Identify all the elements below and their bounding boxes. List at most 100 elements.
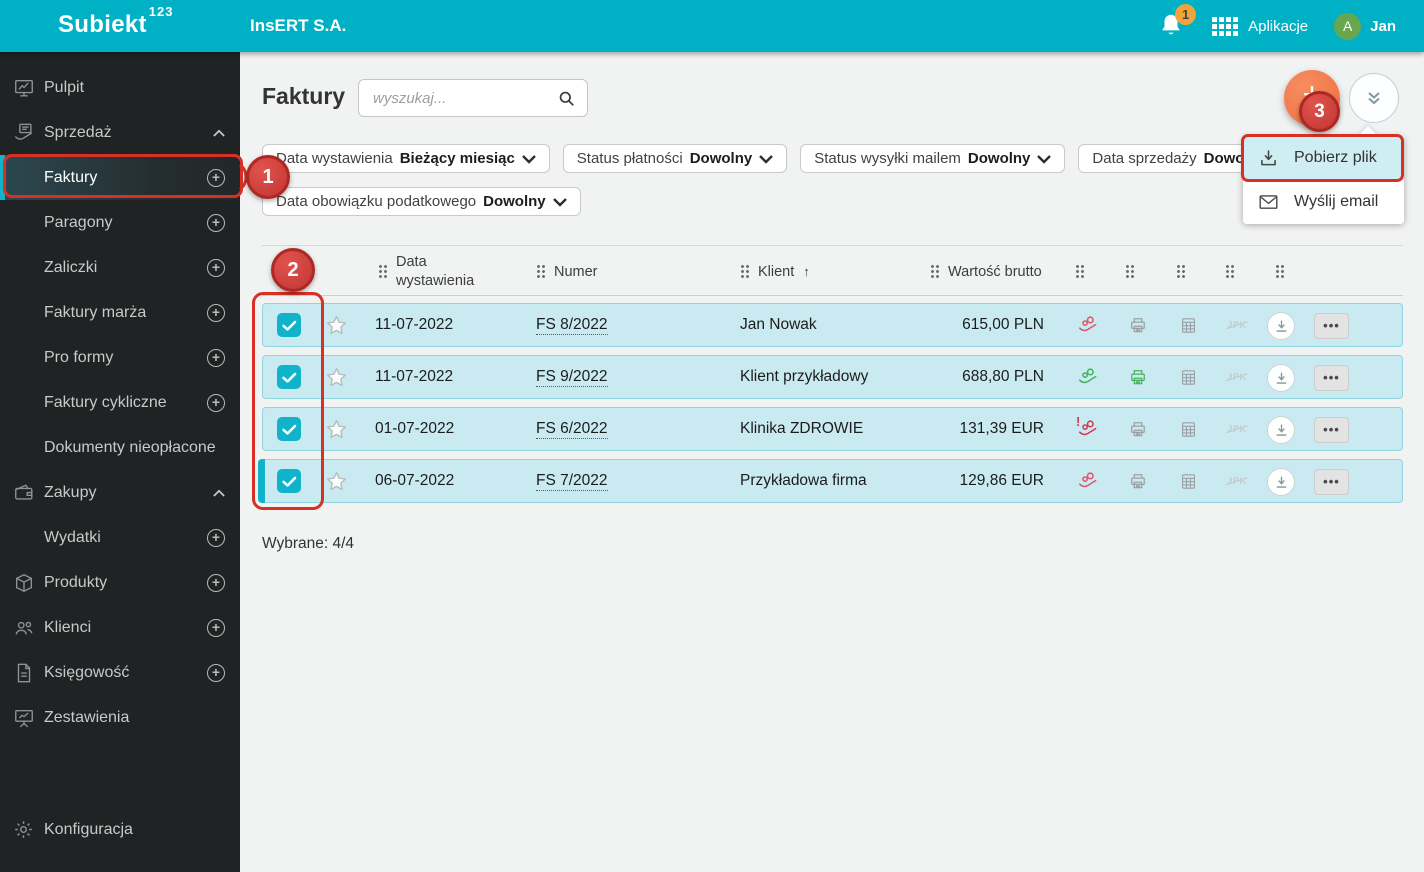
jpk-status-icon[interactable]: JPK <box>1222 304 1252 346</box>
sidebar-item-paragony[interactable]: Paragony <box>0 200 240 245</box>
menu-item-pobierz-plik[interactable]: Pobierz plik <box>1243 136 1404 180</box>
drag-handle-icon[interactable] <box>1176 264 1186 279</box>
jpk-status-icon[interactable]: JPK <box>1222 356 1252 398</box>
drag-handle-icon[interactable] <box>1275 264 1285 279</box>
favorite-star-icon[interactable] <box>325 418 348 441</box>
print-status-icon[interactable] <box>1123 304 1153 346</box>
sidebar-item-zestawienia[interactable]: Zestawienia <box>0 695 240 740</box>
filter-data-wystawienia[interactable]: Data wystawienia Bieżący miesiąc <box>262 144 550 173</box>
download-invoice-button[interactable] <box>1267 416 1295 444</box>
sidebar-item-zaliczki[interactable]: Zaliczki <box>0 245 240 290</box>
invoice-row[interactable]: 01-07-2022 FS 6/2022 Klinika ZDROWIE 131… <box>262 407 1403 451</box>
apps-button[interactable]: Aplikacje <box>1212 16 1308 36</box>
sidebar-item-produkty[interactable]: Produkty <box>0 560 240 605</box>
invoice-number-link[interactable]: FS 8/2022 <box>536 316 608 335</box>
accounting-grid-icon[interactable] <box>1173 408 1203 450</box>
row-checkbox[interactable] <box>277 417 301 441</box>
drag-handle-icon[interactable] <box>1125 264 1135 279</box>
add-invoice-icon[interactable] <box>207 168 225 187</box>
sidebar: Pulpit Sprzedaż Faktury Paragony Zaliczk… <box>0 52 240 872</box>
column-header-value[interactable]: Wartość brutto <box>930 246 1042 297</box>
column-header-print[interactable] <box>1125 246 1135 297</box>
invoice-number-link[interactable]: FS 6/2022 <box>536 420 608 439</box>
sidebar-item-ksiegowosc[interactable]: Księgowość <box>0 650 240 695</box>
row-more-actions-button[interactable]: ••• <box>1314 469 1349 495</box>
column-header-number[interactable]: Numer <box>536 246 598 297</box>
row-more-actions-button[interactable]: ••• <box>1314 365 1349 391</box>
sidebar-item-faktury-cykliczne[interactable]: Faktury cykliczne <box>0 380 240 425</box>
sidebar-section-zakupy[interactable]: Zakupy <box>0 470 240 515</box>
add-product-icon[interactable] <box>207 573 225 592</box>
drag-handle-icon[interactable] <box>1225 264 1235 279</box>
add-accounting-icon[interactable] <box>207 663 225 682</box>
sidebar-item-klienci[interactable]: Klienci <box>0 605 240 650</box>
invoice-row[interactable]: 11-07-2022 FS 8/2022 Jan Nowak 615,00 PL… <box>262 303 1403 347</box>
download-invoice-button[interactable] <box>1267 312 1295 340</box>
notifications-button[interactable]: 1 <box>1158 4 1197 41</box>
drag-handle-icon[interactable] <box>930 264 940 279</box>
sidebar-item-dokumenty-nieoplacone[interactable]: Dokumenty nieopłacone <box>0 425 240 470</box>
row-checkbox[interactable] <box>277 365 301 389</box>
add-invoice-fab[interactable] <box>1284 70 1340 126</box>
accounting-icon <box>13 662 35 684</box>
sidebar-item-wydatki[interactable]: Wydatki <box>0 515 240 560</box>
print-status-icon[interactable] <box>1123 356 1153 398</box>
row-more-actions-button[interactable]: ••• <box>1314 313 1349 339</box>
column-header-accounting[interactable] <box>1176 246 1186 297</box>
favorite-star-icon[interactable] <box>325 314 348 337</box>
accounting-grid-icon[interactable] <box>1173 356 1203 398</box>
add-advance-icon[interactable] <box>207 258 225 277</box>
favorite-star-icon[interactable] <box>325 366 348 389</box>
sidebar-item-pulpit[interactable]: Pulpit <box>0 65 240 110</box>
column-header-payment[interactable] <box>1075 246 1085 297</box>
drag-handle-icon[interactable] <box>536 264 546 279</box>
add-receipt-icon[interactable] <box>207 213 225 232</box>
row-more-actions-button[interactable]: ••• <box>1314 417 1349 443</box>
filter-status-platnosci[interactable]: Status płatności Dowolny <box>562 144 788 173</box>
drag-handle-icon[interactable] <box>1075 264 1085 279</box>
payment-status-icon[interactable]: ! <box>1073 304 1103 346</box>
user-menu-button[interactable]: A Jan <box>1334 12 1396 40</box>
sidebar-item-pro-formy[interactable]: Pro formy <box>0 335 240 380</box>
add-expense-icon[interactable] <box>207 528 225 547</box>
add-client-icon[interactable] <box>207 618 225 637</box>
sidebar-section-sprzedaz[interactable]: Sprzedaż <box>0 110 240 155</box>
payment-status-icon[interactable]: ! <box>1073 460 1103 502</box>
column-header-date[interactable]: Data wystawienia <box>378 246 488 297</box>
sidebar-item-faktury[interactable]: Faktury <box>0 155 240 200</box>
accounting-grid-icon[interactable] <box>1173 304 1203 346</box>
accounting-grid-icon[interactable] <box>1173 460 1203 502</box>
column-header-download[interactable] <box>1275 246 1285 297</box>
drag-handle-icon[interactable] <box>378 264 388 279</box>
drag-handle-icon[interactable] <box>740 264 750 279</box>
print-status-icon[interactable] <box>1123 460 1153 502</box>
download-invoice-button[interactable] <box>1267 468 1295 496</box>
sidebar-item-konfiguracja[interactable]: Konfiguracja <box>0 807 240 852</box>
payment-status-icon[interactable]: ! <box>1073 356 1103 398</box>
sidebar-item-faktury-marza[interactable]: Faktury marża <box>0 290 240 335</box>
search-icon[interactable] <box>557 89 576 108</box>
column-header-jpk[interactable] <box>1225 246 1235 297</box>
menu-item-wyslij-email[interactable]: Wyślij email <box>1243 180 1404 224</box>
filter-status-wysylki[interactable]: Status wysyłki mailem Dowolny <box>800 144 1066 173</box>
jpk-status-icon[interactable]: JPK <box>1222 460 1252 502</box>
download-invoice-button[interactable] <box>1267 364 1295 392</box>
invoice-row[interactable]: 11-07-2022 FS 9/2022 Klient przykładowy … <box>262 355 1403 399</box>
filter-data-obowiazku[interactable]: Data obowiązku podatkowego Dowolny <box>262 187 581 216</box>
bulk-actions-button[interactable] <box>1349 73 1399 123</box>
column-header-client[interactable]: Klient ↑ <box>740 246 810 297</box>
add-proforma-icon[interactable] <box>207 348 225 367</box>
search-input[interactable] <box>373 80 553 116</box>
invoice-number-link[interactable]: FS 9/2022 <box>536 368 608 387</box>
favorite-star-icon[interactable] <box>325 470 348 493</box>
row-checkbox[interactable] <box>277 469 301 493</box>
chevron-up-icon <box>213 129 225 137</box>
invoice-row[interactable]: 06-07-2022 FS 7/2022 Przykładowa firma 1… <box>258 459 1403 503</box>
payment-status-icon[interactable]: ! <box>1073 408 1103 450</box>
row-checkbox[interactable] <box>277 313 301 337</box>
add-recurring-invoice-icon[interactable] <box>207 393 225 412</box>
jpk-status-icon[interactable]: JPK <box>1222 408 1252 450</box>
invoice-number-link[interactable]: FS 7/2022 <box>536 472 608 491</box>
print-status-icon[interactable] <box>1123 408 1153 450</box>
add-margin-invoice-icon[interactable] <box>207 303 225 322</box>
